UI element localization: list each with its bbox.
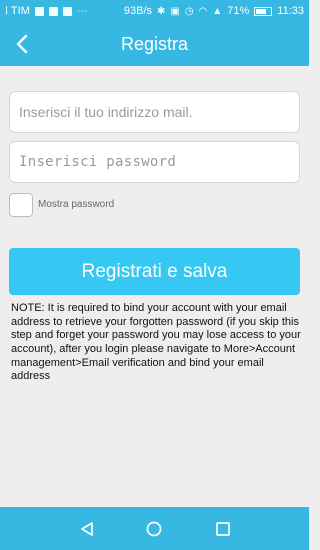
- circle-home-icon: [146, 521, 162, 537]
- battery-percent: 71%: [227, 5, 250, 17]
- app-header: Registra: [0, 22, 309, 66]
- network-speed: 93B/s: [123, 5, 153, 17]
- password-field[interactable]: Inserisci password: [9, 141, 300, 183]
- show-password-label: Mostra password: [38, 199, 115, 210]
- more-notifications-icon: ⋯: [76, 5, 87, 17]
- square-recent-icon: [216, 522, 230, 536]
- status-left: I TIM ⋯: [5, 5, 87, 17]
- page-title: Registra: [120, 34, 189, 54]
- nav-home-button[interactable]: [143, 518, 165, 540]
- status-right: 93B/s ✱ ▣ ◷ ◠ ▲ 71% 11:33: [124, 5, 304, 17]
- triangle-back-icon: [81, 522, 93, 536]
- navigation-bar: [0, 507, 309, 550]
- show-password-checkbox[interactable]: [9, 193, 33, 217]
- register-save-button[interactable]: Registrati e salva: [9, 248, 300, 295]
- signal-icon: ▲: [212, 5, 223, 17]
- nav-back-button[interactable]: [76, 518, 98, 540]
- wifi-icon: ◠: [198, 5, 208, 17]
- battery-icon: [254, 6, 273, 16]
- alarm-icon: ◷: [184, 5, 194, 17]
- nfc-icon: ▣: [170, 5, 180, 17]
- gallery-icon: [62, 6, 72, 16]
- notification-icon: [34, 6, 44, 16]
- status-bar: I TIM ⋯ 93B/s ✱ ▣ ◷ ◠ ▲ 71% 11:33: [0, 0, 309, 22]
- email-field[interactable]: Inserisci il tuo indirizzo mail.: [9, 91, 300, 133]
- nav-recent-button[interactable]: [212, 518, 234, 540]
- note-text: NOTE: It is required to bind your accoun…: [11, 302, 301, 383]
- clock-time: 11:33: [277, 5, 304, 17]
- carrier-text: I TIM: [5, 5, 30, 17]
- facebook-icon: [48, 6, 58, 16]
- bluetooth-icon: ✱: [157, 5, 166, 17]
